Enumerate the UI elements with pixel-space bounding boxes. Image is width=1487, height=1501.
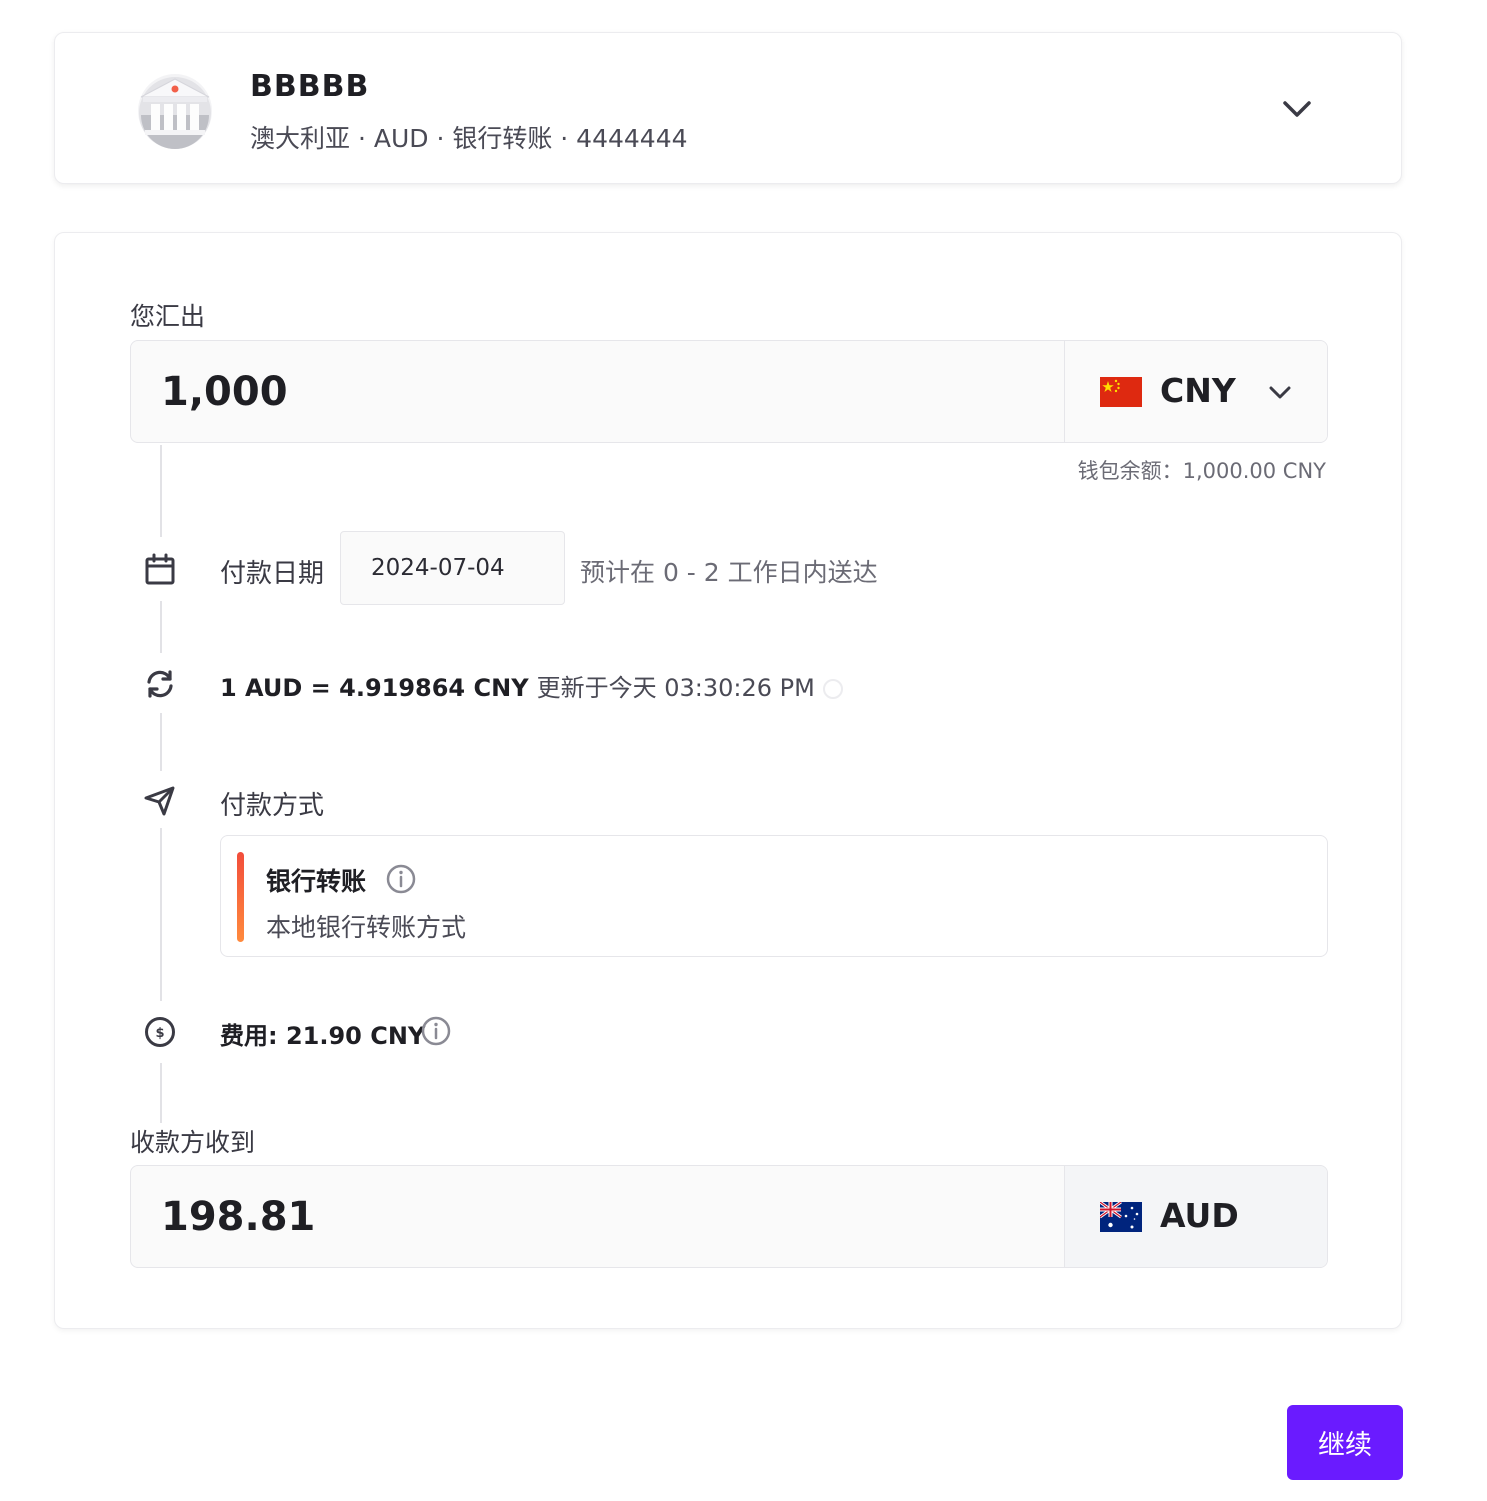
send-amount-box: CNY	[130, 340, 1328, 443]
chevron-down-icon[interactable]	[1279, 91, 1315, 127]
info-icon[interactable]	[386, 864, 416, 894]
loading-spinner-icon	[822, 679, 843, 699]
receive-amount-box: AUD	[130, 1165, 1328, 1268]
receive-currency: AUD	[1064, 1166, 1327, 1267]
wallet-balance: 钱包余额：1,000.00 CNY	[1077, 459, 1326, 483]
info-icon[interactable]	[421, 1016, 451, 1046]
continue-button[interactable]: 继续	[1287, 1405, 1403, 1480]
payment-method-description: 本地银行转账方式	[266, 913, 467, 942]
exchange-rate: 1 AUD = 4.919864 CNY 更新于今天 03:30:26 PM	[220, 668, 843, 703]
svg-text:$: $	[155, 1026, 164, 1041]
timeline-line	[160, 1063, 162, 1123]
receive-amount-input[interactable]	[131, 1166, 1064, 1267]
timeline-line	[160, 713, 162, 771]
timeline-line	[160, 445, 162, 537]
australia-flag-icon	[1100, 1202, 1142, 1232]
payment-method-title: 银行转账	[266, 867, 367, 896]
recipient-card[interactable]: BBBBB 澳大利亚 · AUD · 银行转账 · 4444444	[54, 32, 1402, 184]
payment-method-option[interactable]: 银行转账 本地银行转账方式	[220, 835, 1328, 957]
refresh-icon	[147, 670, 173, 698]
receive-currency-code: AUD	[1160, 1196, 1239, 1235]
recipient-details: 澳大利亚 · AUD · 银行转账 · 4444444	[250, 124, 688, 153]
transfer-form-card: 您汇出 CNY 钱包余额：1,000.00 CNY 付	[54, 232, 1402, 1329]
timeline-line	[160, 828, 162, 1001]
delivery-estimate: 预计在 0 - 2 工作日内送达	[580, 558, 878, 587]
send-amount-label: 您汇出	[130, 302, 206, 331]
payment-date-label: 付款日期	[220, 559, 325, 589]
send-plane-icon	[144, 786, 175, 816]
recipient-name: BBBBB	[250, 69, 370, 104]
send-currency-code: CNY	[1160, 371, 1236, 410]
send-amount-input[interactable]	[131, 341, 1064, 442]
fee-amount: 费用: 21.90 CNY	[220, 1022, 426, 1050]
chevron-down-icon	[1269, 386, 1291, 399]
exchange-rate-value: 1 AUD = 4.919864 CNY	[220, 674, 529, 702]
china-flag-icon	[1100, 377, 1142, 407]
selected-indicator	[237, 852, 244, 942]
timeline-line	[160, 601, 162, 653]
payment-method-label: 付款方式	[220, 791, 325, 821]
receive-amount-label: 收款方收到	[130, 1128, 256, 1157]
payment-date-input[interactable]	[340, 531, 565, 605]
rate-updated-time: 更新于今天 03:30:26 PM	[536, 674, 815, 702]
calendar-icon	[145, 553, 175, 585]
send-currency-select[interactable]: CNY	[1064, 341, 1327, 442]
bank-icon	[138, 74, 212, 149]
dollar-circle-icon: $	[145, 1017, 175, 1047]
